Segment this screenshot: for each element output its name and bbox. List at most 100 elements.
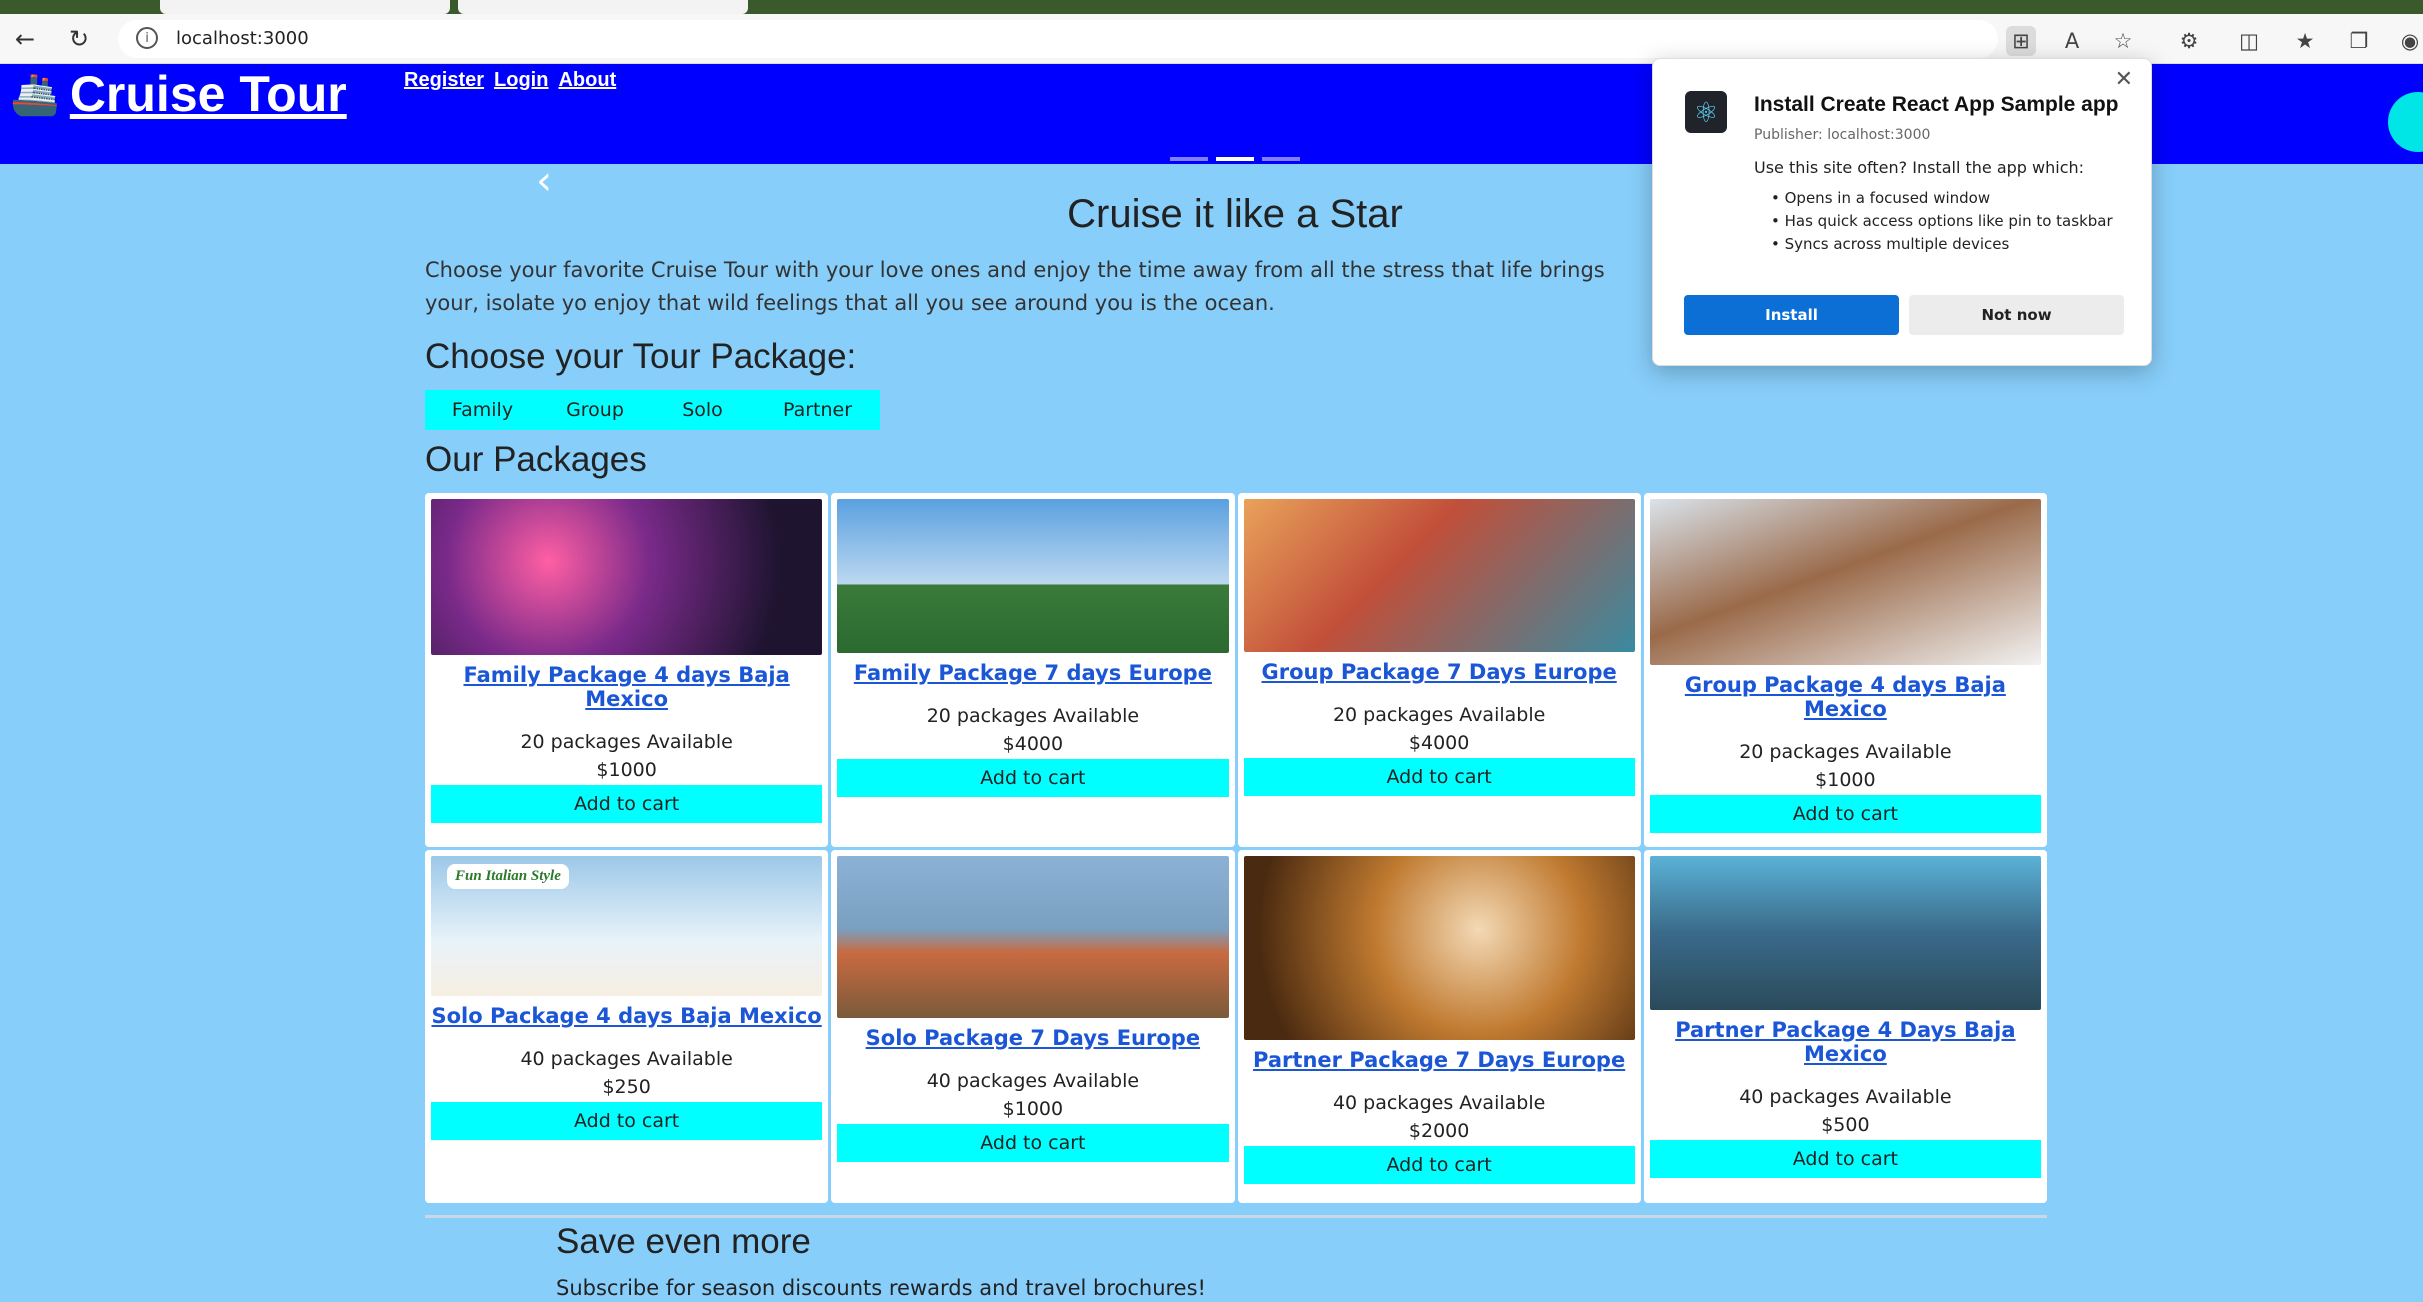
filter-solo-button[interactable]: Solo	[650, 390, 755, 430]
back-icon[interactable]: ←	[8, 22, 42, 56]
package-price: $1000	[596, 759, 657, 781]
image-badge: Fun Italian Style	[447, 863, 569, 889]
packages-grid: Family Package 4 days Baja Mexico 20 pac…	[425, 493, 2047, 1203]
package-title-link[interactable]: Family Package 4 days Baja Mexico	[431, 663, 822, 711]
split-screen-icon[interactable]: ◫	[2234, 26, 2264, 56]
package-availability: 20 packages Available	[926, 705, 1140, 727]
filter-partner-button[interactable]: Partner	[755, 390, 880, 430]
app-available-icon[interactable]: ⊞	[2006, 26, 2036, 56]
nav-login-link[interactable]: Login	[494, 69, 548, 92]
browser-toolbar: ← ↻ i localhost:3000 ⊞ A ☆ ⚙ ◫ ★ ❐ ◉	[0, 14, 2423, 64]
add-to-cart-button[interactable]: Add to cart	[1649, 1139, 2041, 1178]
info-icon[interactable]: i	[136, 27, 158, 49]
package-title-link[interactable]: Solo Package 4 days Baja Mexico	[431, 1004, 821, 1028]
install-app-popup: ✕ ⚛ Install Create React App Sample app …	[1652, 58, 2152, 366]
package-image	[1243, 855, 1635, 1040]
tour-filter-bar: Family Group Solo Partner	[425, 390, 880, 430]
carousel-indicator[interactable]	[1170, 157, 1208, 161]
url-text[interactable]: localhost:3000	[176, 28, 309, 49]
package-availability: 40 packages Available	[520, 1047, 733, 1070]
reload-icon[interactable]: ↻	[62, 22, 96, 56]
filter-family-button[interactable]: Family	[425, 390, 540, 430]
package-price: $250	[602, 1075, 651, 1098]
extensions-icon[interactable]: ⚙	[2174, 26, 2204, 56]
browser-tab-strip	[0, 0, 2423, 14]
package-price: $4000	[1408, 732, 1470, 754]
popup-feature-item: Opens in a focused window	[1771, 187, 2113, 210]
package-card: Partner Package 4 Days Baja Mexico 40 pa…	[1643, 849, 2047, 1203]
package-card: Solo Package 7 Days Europe 40 packages A…	[831, 849, 1235, 1203]
package-card: Family Package 4 days Baja Mexico 20 pac…	[425, 493, 829, 847]
carousel-indicator[interactable]	[1262, 157, 1300, 161]
package-card: Fun Italian Style Solo Package 4 days Ba…	[425, 849, 829, 1203]
package-image	[1649, 855, 2041, 1010]
package-title-link[interactable]: Solo Package 7 Days Europe	[866, 1026, 1200, 1050]
cruise-ship-icon: 🚢	[10, 71, 60, 118]
address-bar[interactable]: i localhost:3000	[118, 20, 1998, 58]
add-to-cart-button[interactable]: Add to cart	[837, 1123, 1229, 1162]
package-availability: 40 packages Available	[1739, 1085, 1952, 1108]
package-title-link[interactable]: Partner Package 7 Days Europe	[1253, 1048, 1625, 1072]
popup-title: Install Create React App Sample app	[1754, 93, 2119, 116]
add-to-cart-button[interactable]: Add to cart	[1243, 758, 1635, 796]
add-to-cart-button[interactable]: Add to cart	[1649, 795, 2041, 833]
package-card: Partner Package 7 Days Europe 40 package…	[1237, 849, 1641, 1203]
nav-about-link[interactable]: About	[558, 69, 616, 92]
package-card: Group Package 7 Days Europe 20 packages …	[1237, 493, 1641, 847]
package-availability: 20 packages Available	[1739, 741, 1952, 763]
site-title[interactable]: Cruise Tour	[70, 65, 347, 123]
favorite-star-icon[interactable]: ☆	[2108, 26, 2138, 56]
package-image	[1243, 499, 1635, 652]
package-image	[837, 855, 1229, 1018]
copilot-icon[interactable]: ◉	[2395, 26, 2423, 56]
package-image	[837, 499, 1229, 653]
install-button[interactable]: Install	[1684, 295, 1899, 335]
react-logo-icon: ⚛	[1685, 91, 1727, 133]
package-availability: 20 packages Available	[1332, 704, 1546, 726]
add-to-cart-button[interactable]: Add to cart	[1243, 1145, 1635, 1184]
browser-tab[interactable]	[160, 0, 450, 14]
read-aloud-icon[interactable]: A	[2057, 26, 2087, 56]
top-nav: Register Login About	[404, 69, 616, 92]
popup-feature-item: Syncs across multiple devices	[1771, 233, 2113, 256]
carousel-indicators	[1170, 157, 1300, 161]
close-icon[interactable]: ✕	[2115, 67, 2133, 92]
package-image	[1649, 499, 2041, 665]
browser-tab-active[interactable]	[458, 0, 748, 14]
filter-group-button[interactable]: Group	[540, 390, 650, 430]
save-heading: Save even more	[556, 1222, 811, 1261]
popup-feature-item: Has quick access options like pin to tas…	[1771, 210, 2113, 233]
package-title-link[interactable]: Group Package 4 days Baja Mexico	[1650, 673, 2041, 721]
package-card: Family Package 7 days Europe 20 packages…	[831, 493, 1235, 847]
intro-text: Choose your favorite Cruise Tour with yo…	[425, 258, 1605, 315]
collections-icon[interactable]: ❐	[2344, 26, 2374, 56]
not-now-button[interactable]: Not now	[1909, 295, 2124, 335]
package-image	[431, 499, 823, 655]
carousel-indicator-active[interactable]	[1216, 157, 1254, 161]
tour-heading: Choose your Tour Package:	[425, 337, 857, 376]
package-card: Group Package 4 days Baja Mexico 20 pack…	[1643, 493, 2047, 847]
package-title-link[interactable]: Partner Package 4 Days Baja Mexico	[1650, 1018, 2041, 1066]
add-to-cart-button[interactable]: Add to cart	[431, 785, 823, 823]
brand[interactable]: 🚢 Cruise Tour	[10, 64, 347, 124]
package-title-link[interactable]: Family Package 7 days Europe	[854, 661, 1212, 685]
nav-register-link[interactable]: Register	[404, 69, 484, 92]
package-price: $500	[1821, 1113, 1870, 1136]
popup-question: Use this site often? Install the app whi…	[1754, 158, 2085, 177]
package-price: $1000	[1815, 769, 1876, 791]
favorites-icon[interactable]: ★	[2290, 26, 2320, 56]
package-availability: 40 packages Available	[1332, 1091, 1546, 1114]
section-divider	[425, 1215, 2047, 1218]
package-image: Fun Italian Style	[431, 855, 823, 996]
package-availability: 20 packages Available	[520, 731, 733, 753]
popup-feature-list: Opens in a focused window Has quick acce…	[1771, 187, 2113, 256]
packages-heading: Our Packages	[425, 440, 647, 479]
add-to-cart-button[interactable]: Add to cart	[431, 1101, 823, 1140]
package-price: $2000	[1408, 1119, 1470, 1142]
package-price: $1000	[1002, 1097, 1064, 1120]
add-to-cart-button[interactable]: Add to cart	[837, 759, 1229, 797]
package-title-link[interactable]: Group Package 7 Days Europe	[1262, 660, 1617, 684]
save-subtitle: Subscribe for season discounts rewards a…	[556, 1276, 1206, 1300]
popup-publisher: Publisher: localhost:3000	[1754, 127, 1931, 143]
package-price: $4000	[1002, 733, 1064, 755]
